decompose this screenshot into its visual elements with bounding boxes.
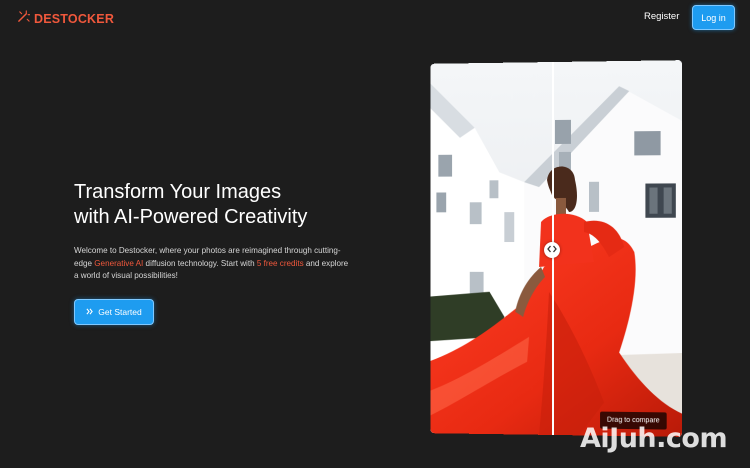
brand-logo[interactable]: DESTOCKER	[17, 10, 114, 28]
compare-handle[interactable]	[544, 241, 560, 259]
site-header: DESTOCKER Register Log in	[0, 0, 750, 36]
page: DESTOCKER Register Log in Transform Your…	[0, 0, 750, 468]
brand-name: DESTOCKER	[34, 12, 115, 26]
hero-description: Welcome to Destocker, where your photos …	[74, 245, 349, 283]
register-link[interactable]: Register	[644, 11, 679, 22]
image-compare-slider[interactable]: Drag to compare	[430, 60, 682, 437]
free-credits-highlight: 5 free credits	[256, 258, 304, 268]
get-started-label: Get Started	[98, 307, 142, 317]
double-chevron-right-icon	[86, 307, 94, 317]
desc-text-2: diffusion technology. Start with	[143, 258, 257, 268]
generative-ai-highlight: Generative AI	[94, 258, 144, 268]
magic-wand-icon	[17, 10, 31, 28]
hero-title-line-2: with AI-Powered Creativity	[74, 206, 308, 228]
hero-title: Transform Your Images with AI-Powered Cr…	[74, 180, 394, 230]
watermark: AiJuh.com	[580, 423, 728, 454]
login-button[interactable]: Log in	[692, 5, 735, 30]
code-arrows-icon	[547, 241, 557, 259]
hero-title-line-1: Transform Your Images	[74, 181, 282, 203]
get-started-button[interactable]: Get Started	[74, 299, 154, 325]
